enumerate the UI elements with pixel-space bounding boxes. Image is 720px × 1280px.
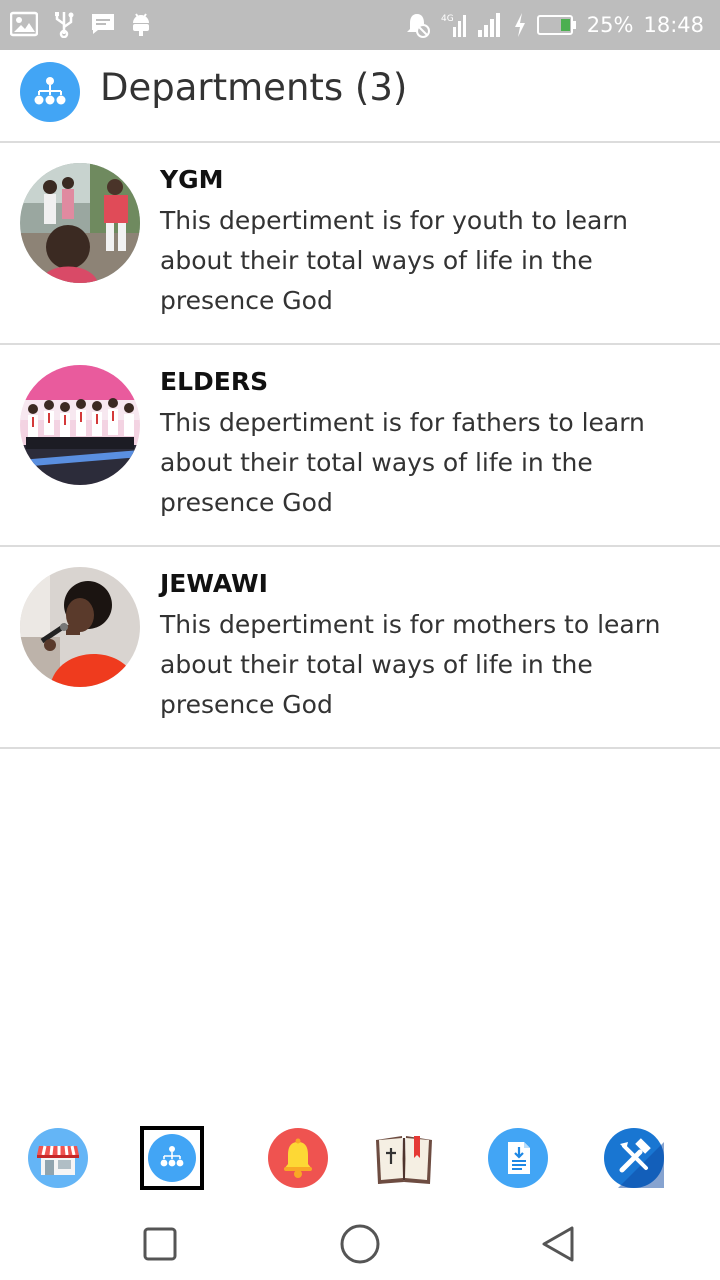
message-icon xyxy=(92,14,114,34)
square-icon xyxy=(143,1227,177,1261)
home-button[interactable] xyxy=(336,1220,384,1268)
android-debug-icon xyxy=(133,13,149,36)
mobile-data-icon: 4G xyxy=(441,14,466,37)
recent-apps-button[interactable] xyxy=(138,1222,182,1266)
department-description: This depertiment is for fathers to learn… xyxy=(160,408,645,517)
department-name: ELDERS xyxy=(160,367,269,396)
image-notification-icon xyxy=(10,11,38,37)
system-navigation-bar xyxy=(0,1206,720,1280)
avatar xyxy=(20,365,140,485)
signal-icon xyxy=(477,13,500,37)
store-tab[interactable] xyxy=(28,1128,88,1188)
bible-icon xyxy=(376,1136,432,1184)
org-chart-icon xyxy=(20,62,80,122)
back-triangle-icon xyxy=(542,1226,574,1262)
department-description: This depertiment is for mothers to learn… xyxy=(160,610,661,719)
notification-icons xyxy=(10,10,152,38)
avatar xyxy=(20,163,140,283)
page-title: Departments (3) xyxy=(100,66,408,109)
clock: 18:48 xyxy=(643,13,704,37)
departments-tab[interactable] xyxy=(140,1126,204,1190)
avatar xyxy=(20,567,140,687)
org-chart-icon xyxy=(148,1134,196,1182)
back-button[interactable] xyxy=(536,1222,580,1266)
alarm-off-icon xyxy=(406,14,430,38)
usb-icon xyxy=(55,12,74,38)
list-item[interactable]: YGM This depertiment is for youth to lea… xyxy=(0,143,720,345)
battery-icon xyxy=(536,15,576,35)
tools-tab[interactable] xyxy=(604,1128,664,1188)
list-item[interactable]: JEWAWI This depertiment is for mothers t… xyxy=(0,547,720,749)
charging-icon xyxy=(514,13,525,37)
department-name: YGM xyxy=(160,165,224,194)
app-header: Departments (3) xyxy=(0,50,720,143)
department-name: JEWAWI xyxy=(160,569,268,598)
status-bar: 4G 25% 18:48 xyxy=(0,0,720,50)
bible-tab[interactable] xyxy=(374,1128,434,1188)
document-download-icon xyxy=(488,1128,548,1188)
system-status-icons: 4G 25% 18:48 xyxy=(403,10,704,40)
bell-icon xyxy=(268,1128,328,1188)
circle-icon xyxy=(340,1224,380,1264)
svg-text:4G: 4G xyxy=(441,14,454,24)
list-item[interactable]: ELDERS This depertiment is for fathers t… xyxy=(0,345,720,547)
department-description: This depertiment is for youth to learn a… xyxy=(160,206,629,315)
tools-icon xyxy=(604,1128,664,1188)
store-icon xyxy=(28,1128,88,1188)
bottom-tab-bar xyxy=(0,1120,720,1196)
department-list: YGM This depertiment is for youth to lea… xyxy=(0,143,720,749)
notifications-tab[interactable] xyxy=(268,1128,328,1188)
documents-tab[interactable] xyxy=(488,1128,548,1188)
battery-percent: 25% xyxy=(586,13,634,37)
